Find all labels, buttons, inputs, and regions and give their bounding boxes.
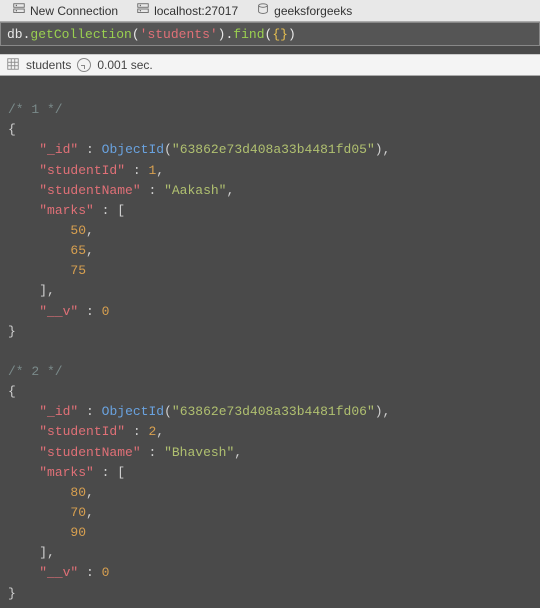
new-connection-button[interactable]: New Connection: [4, 0, 126, 21]
host-label: localhost:27017: [154, 4, 238, 18]
doc-comment: /* 1 */: [8, 102, 63, 117]
clock-icon: [77, 58, 91, 72]
database-label: geeksforgeeks: [274, 4, 352, 18]
database-button[interactable]: geeksforgeeks: [248, 0, 360, 21]
doc-comment: /* 2 */: [8, 364, 63, 379]
query-input[interactable]: db.getCollection('students').find({}): [0, 22, 540, 46]
query-db: db: [7, 27, 23, 42]
query-time: 0.001 sec.: [97, 58, 152, 72]
result-viewer[interactable]: /* 1 */ { "_id" : ObjectId("63862e73d408…: [0, 76, 540, 608]
grid-icon: [6, 57, 20, 74]
status-bar: students 0.001 sec.: [0, 54, 540, 76]
new-connection-label: New Connection: [30, 4, 118, 18]
host-button[interactable]: localhost:27017: [128, 0, 246, 21]
database-icon: [256, 2, 270, 19]
top-toolbar: New Connection localhost:27017 geeksforg…: [0, 0, 540, 22]
server-icon: [136, 2, 150, 19]
collection-name: students: [26, 58, 71, 72]
server-icon: [12, 2, 26, 19]
